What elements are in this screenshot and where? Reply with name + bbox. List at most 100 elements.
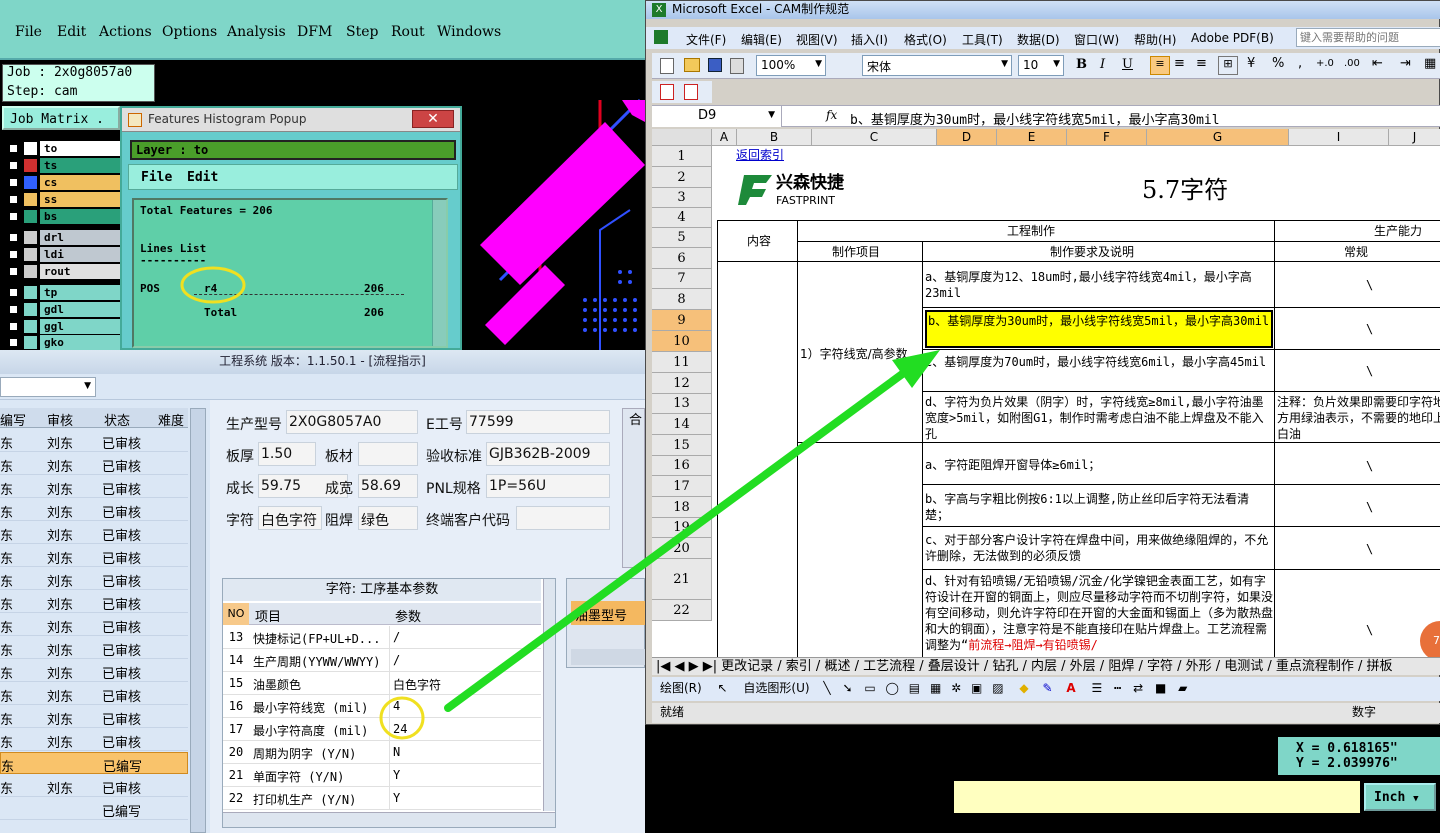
row-header[interactable]: 18 (652, 497, 712, 518)
row-header[interactable]: 22 (652, 600, 712, 621)
percent-icon[interactable]: % (1272, 56, 1284, 71)
row-header[interactable]: 14 (652, 414, 712, 435)
unit-button[interactable]: Inch ▼ (1364, 783, 1436, 811)
increase-decimal-icon[interactable]: +.0 (1316, 58, 1334, 69)
requirement-cell[interactable]: c、基铜厚度为70um时，最小线字符线宽6mil，最小字高45mil (925, 354, 1273, 370)
capability-cell[interactable]: \ (1366, 363, 1373, 379)
pdf-icon[interactable] (660, 84, 674, 100)
row-header[interactable]: 7 (652, 269, 712, 289)
column-header[interactable]: I (1289, 129, 1389, 146)
indent-icon[interactable]: ⇥ (1400, 56, 1411, 71)
arrow-icon[interactable]: ➘ (834, 681, 852, 695)
decrease-decimal-icon[interactable]: .00 (1344, 58, 1360, 69)
picture-icon[interactable]: ▨ (986, 681, 1003, 695)
row-header[interactable]: 10 (652, 331, 712, 352)
sheet-tabs[interactable]: |◀ ◀ ▶ ▶| 更改记录 / 索引 / 概述 / 工艺流程 / 叠层设计 / … (652, 657, 1440, 675)
outdent-icon[interactable]: ⇤ (1372, 56, 1383, 71)
column-header[interactable]: G (1147, 129, 1289, 146)
help-search-input[interactable] (1296, 28, 1440, 47)
menu-format[interactable]: 格式(O) (904, 31, 947, 48)
column-header[interactable]: D (937, 129, 997, 146)
menu-insert[interactable]: 插入(I) (851, 31, 888, 48)
clipart-icon[interactable]: ▣ (965, 681, 982, 695)
row-header[interactable]: 13 (652, 394, 712, 414)
row-header[interactable]: 19 (652, 518, 712, 538)
requirement-cell[interactable]: b、字高与字粗比例按6:1以上调整,防止丝印后字符无法看清楚； (925, 491, 1273, 523)
pdf-mail-icon[interactable] (684, 84, 698, 100)
requirement-cell[interactable]: d、针对有铅喷锡/无铅喷锡/沉金/化学镍钯金表面工艺，如有字符设计在开窗的铜面上… (925, 573, 1273, 659)
capability-cell[interactable]: \ (1366, 541, 1373, 557)
new-icon[interactable] (660, 58, 674, 74)
currency-icon[interactable]: ¥ (1247, 56, 1255, 71)
save-icon[interactable] (708, 58, 722, 72)
requirement-cell[interactable]: a、基铜厚度为12、18um时,最小线字符线宽4mil，最小字高23mil (925, 269, 1273, 301)
3d-icon[interactable]: ▰ (1170, 681, 1187, 695)
back-to-index-link[interactable]: 返回索引 (736, 147, 784, 163)
selected-cell-d9[interactable]: b、基铜厚度为30um时，最小线字符线宽5mil，最小字高30mil (925, 310, 1273, 348)
menu-edit[interactable]: 编辑(E) (741, 31, 782, 48)
menu-adobe-pdf[interactable]: Adobe PDF(B) (1191, 31, 1274, 45)
formula-input[interactable]: b、基铜厚度为30um时，最小线字符线宽5mil，最小字高30mil (850, 109, 1220, 128)
capability-cell[interactable]: \ (1366, 499, 1373, 515)
oval-icon[interactable]: ◯ (880, 681, 899, 695)
font-size-select[interactable]: 10 ▼ (1018, 55, 1064, 76)
menu-file[interactable]: 文件(F) (686, 31, 726, 48)
sheet-tab-list[interactable]: 更改记录 / 索引 / 概述 / 工艺流程 / 叠层设计 / 钻孔 / 内层 /… (721, 659, 1392, 674)
row-header[interactable]: 3 (652, 188, 712, 208)
shadow-icon[interactable]: ■ (1147, 681, 1166, 695)
autoshape-menu[interactable]: 自选图形(U) (731, 681, 809, 695)
diagram-icon[interactable]: ✲ (945, 681, 961, 695)
arrow-style-icon[interactable]: ⇄ (1125, 681, 1143, 695)
column-header[interactable]: J (1389, 129, 1440, 146)
font-color-icon[interactable]: A (1056, 681, 1075, 695)
row-header[interactable]: 6 (652, 248, 712, 269)
wordart-icon[interactable]: ▦ (924, 681, 941, 695)
requirement-cell[interactable]: d、字符为负片效果（阴字）时，字符线宽≥8mil,最小字符油墨宽度>5mil，如… (925, 394, 1273, 442)
align-center-icon[interactable]: ≡ (1174, 56, 1185, 71)
line-icon[interactable]: ╲ (813, 681, 830, 695)
row-header[interactable]: 8 (652, 289, 712, 310)
select-all-corner[interactable] (652, 129, 712, 146)
select-arrow-icon[interactable]: ↖ (706, 681, 728, 695)
print-icon[interactable] (730, 58, 744, 74)
menu-view[interactable]: 视图(V) (796, 31, 838, 48)
name-box[interactable]: D9 ▼ (652, 106, 782, 127)
row-header[interactable]: 4 (652, 208, 712, 228)
font-select[interactable]: 宋体 ▼ (862, 55, 1012, 76)
line-color-icon[interactable]: ✎ (1032, 681, 1052, 695)
capability-cell[interactable]: \ (1366, 321, 1373, 337)
rectangle-icon[interactable]: ▭ (856, 681, 875, 695)
column-header[interactable]: C (812, 129, 937, 146)
note-cell[interactable]: 注释：负片效果即需要印字符地方用绿油表示，不需要的地印上白油 (1277, 394, 1440, 442)
floating-badge[interactable]: 76 (1420, 621, 1440, 659)
row-header[interactable]: 15 (652, 435, 712, 456)
column-header[interactable]: F (1067, 129, 1147, 146)
textbox-icon[interactable]: ▤ (903, 681, 920, 695)
row-header[interactable]: 2 (652, 167, 712, 188)
open-icon[interactable] (684, 58, 700, 72)
column-header[interactable]: E (997, 129, 1067, 146)
row-header[interactable]: 21 (652, 559, 712, 600)
column-header[interactable]: B (737, 129, 812, 146)
menu-tools[interactable]: 工具(T) (962, 31, 1003, 48)
bold-icon[interactable]: B (1076, 57, 1087, 72)
workbook-icon[interactable] (654, 30, 668, 44)
row-header[interactable]: 20 (652, 538, 712, 559)
comma-icon[interactable]: , (1298, 56, 1302, 71)
align-left-icon[interactable]: ≡ (1150, 56, 1170, 75)
merge-center-icon[interactable]: ⊞ (1218, 56, 1238, 75)
capability-cell[interactable]: \ (1366, 277, 1373, 293)
row-header[interactable]: 12 (652, 373, 712, 394)
borders-icon[interactable]: ▦ (1424, 56, 1436, 71)
row-header[interactable]: 11 (652, 352, 712, 373)
row-header[interactable]: 17 (652, 476, 712, 497)
line-style-icon[interactable]: ☰ (1079, 681, 1102, 695)
draw-menu[interactable]: 绘图(R) (652, 681, 702, 695)
zoom-select[interactable]: 100% ▼ (756, 55, 826, 76)
dash-style-icon[interactable]: ┅ (1106, 681, 1121, 695)
command-line[interactable] (954, 781, 1360, 813)
column-header[interactable]: A (712, 129, 737, 146)
requirement-cell[interactable]: c、对于部分客户设计字符在焊盘中间，用来做绝缘阻焊的，不允许删除，无法做到的必须… (925, 532, 1273, 564)
tab-nav-icon[interactable]: |◀ ◀ ▶ ▶| (652, 659, 721, 674)
menu-data[interactable]: 数据(D) (1017, 31, 1060, 48)
